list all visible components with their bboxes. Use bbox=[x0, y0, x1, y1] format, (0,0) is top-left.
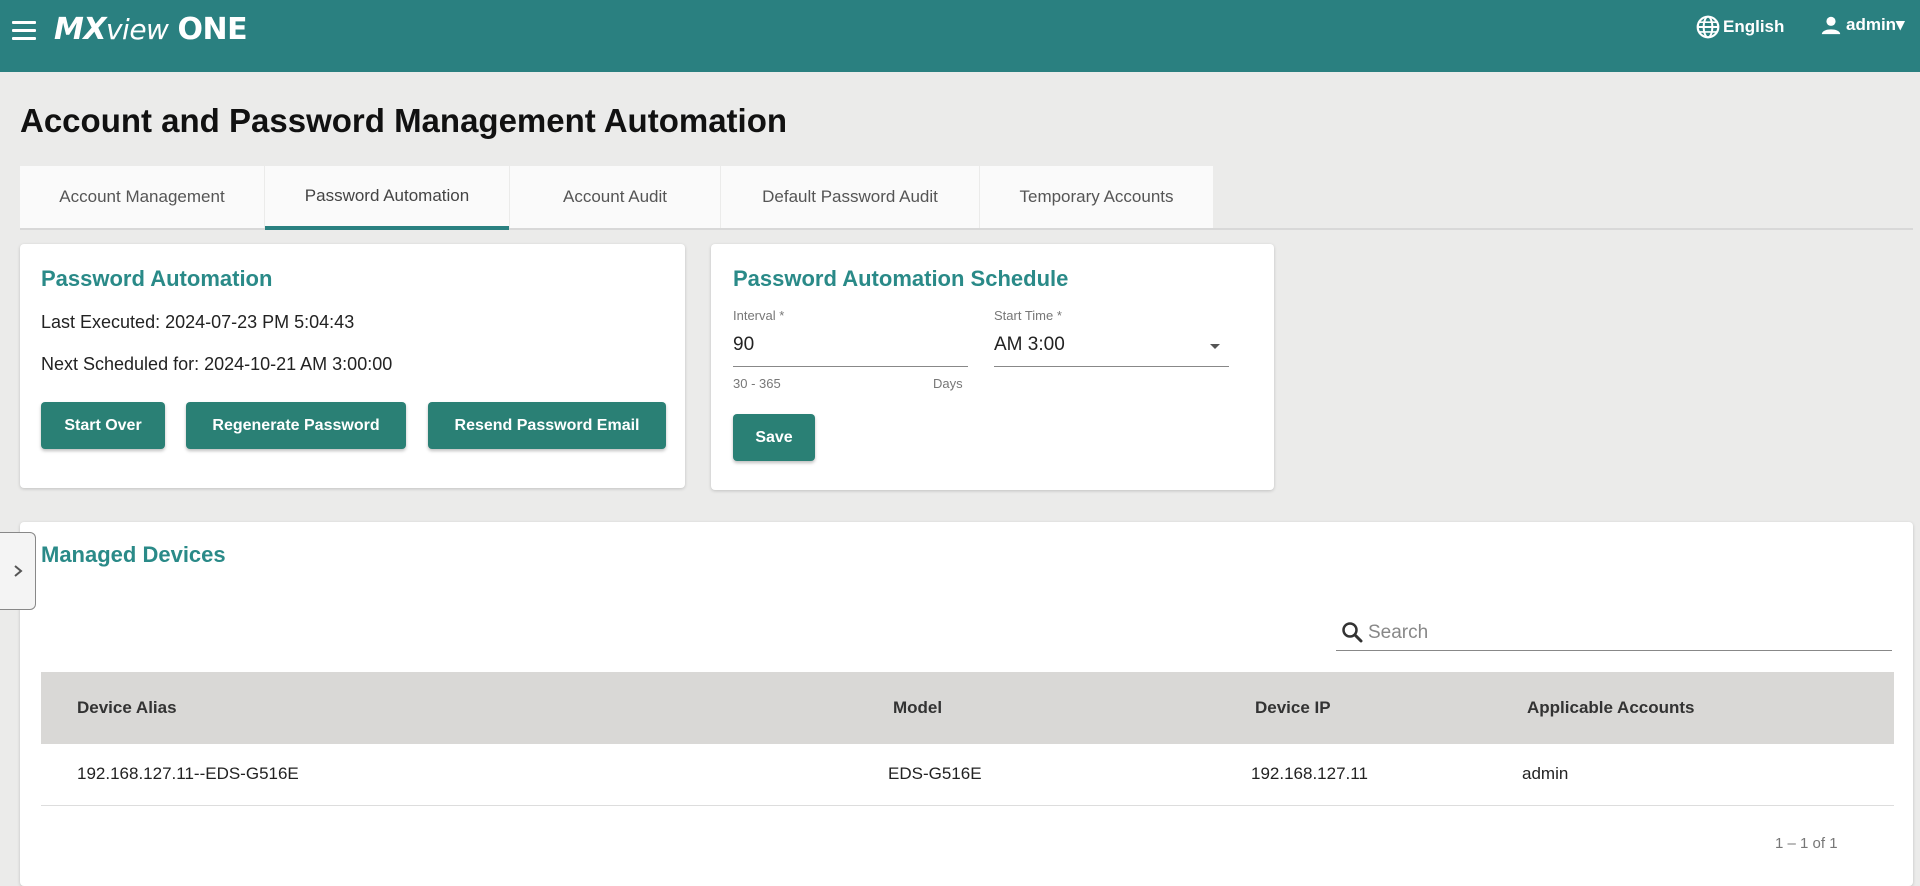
table-header: Device Alias Model Device IP Applicable … bbox=[41, 672, 1894, 744]
start-time-underline bbox=[994, 366, 1229, 367]
hamburger-menu-icon[interactable] bbox=[12, 21, 36, 41]
tab-label: Password Automation bbox=[304, 186, 470, 205]
regenerate-password-button[interactable]: Regenerate Password bbox=[186, 402, 406, 449]
resend-password-email-button[interactable]: Resend Password Email bbox=[428, 402, 666, 449]
card-title: Password Automation Schedule bbox=[733, 266, 1069, 291]
tab-account-management[interactable]: Account Management bbox=[20, 166, 264, 228]
column-header-applicable-accounts[interactable]: Applicable Accounts bbox=[1527, 698, 1695, 718]
column-header-device-alias[interactable]: Device Alias bbox=[77, 698, 177, 718]
brand-view: view bbox=[105, 13, 169, 46]
tab-label: Default Password Audit bbox=[762, 187, 938, 206]
user-icon bbox=[1821, 16, 1841, 35]
start-time-label: Start Time * bbox=[994, 308, 1062, 323]
tab-label: Temporary Accounts bbox=[1019, 187, 1174, 206]
brand-one: ONE bbox=[177, 12, 248, 47]
user-name: admin▾ bbox=[1846, 15, 1905, 34]
brand-mx: MX bbox=[54, 12, 106, 47]
tab-label: Account Audit bbox=[563, 187, 667, 206]
tab-account-audit[interactable]: Account Audit bbox=[510, 166, 720, 228]
sidebar-expand-toggle[interactable] bbox=[0, 532, 36, 610]
interval-underline bbox=[733, 366, 968, 367]
interval-input[interactable]: 90 bbox=[733, 334, 754, 356]
tab-bar: Account Management Password Automation A… bbox=[20, 166, 1913, 230]
tab-label: Account Management bbox=[59, 187, 225, 206]
user-menu[interactable]: admin▾ bbox=[1820, 14, 1905, 36]
globe-icon bbox=[1696, 15, 1720, 39]
start-time-select[interactable]: AM 3:00 bbox=[994, 334, 1065, 356]
column-header-model[interactable]: Model bbox=[893, 698, 942, 718]
card-title: Password Automation bbox=[41, 266, 273, 291]
top-bar: MXview ONE English admin▾ bbox=[0, 0, 1920, 72]
language-selector[interactable]: English bbox=[1695, 14, 1784, 40]
table-row[interactable]: 192.168.127.11--EDS-G516E EDS-G516E 192.… bbox=[41, 744, 1894, 806]
chevron-down-icon[interactable] bbox=[1210, 344, 1220, 349]
search-icon bbox=[1342, 622, 1363, 643]
interval-range-hint: 30 - 365 bbox=[733, 376, 781, 391]
search-underline bbox=[1336, 650, 1892, 651]
page-title: Account and Password Management Automati… bbox=[20, 102, 788, 139]
interval-unit: Days bbox=[933, 376, 963, 391]
language-label: English bbox=[1723, 17, 1785, 36]
column-header-device-ip[interactable]: Device IP bbox=[1255, 698, 1331, 718]
cell-device-alias: 192.168.127.11--EDS-G516E bbox=[77, 764, 299, 783]
cell-model: EDS-G516E bbox=[888, 764, 982, 783]
password-automation-schedule-card: Password Automation Schedule Interval * … bbox=[711, 244, 1274, 490]
pagination-range: 1 – 1 of 1 bbox=[1775, 835, 1838, 852]
cell-device-ip: 192.168.127.11 bbox=[1251, 764, 1368, 783]
interval-label: Interval * bbox=[733, 308, 785, 323]
chevron-right-icon bbox=[13, 565, 23, 577]
save-button[interactable]: Save bbox=[733, 414, 815, 461]
tab-default-password-audit[interactable]: Default Password Audit bbox=[721, 166, 979, 228]
cell-applicable-accounts: admin bbox=[1522, 764, 1569, 783]
tab-password-automation[interactable]: Password Automation bbox=[265, 166, 509, 230]
start-over-button[interactable]: Start Over bbox=[41, 402, 165, 449]
card-title: Managed Devices bbox=[41, 542, 226, 567]
search-input[interactable] bbox=[1368, 618, 1888, 648]
tab-temporary-accounts[interactable]: Temporary Accounts bbox=[980, 166, 1213, 228]
last-executed-text: Last Executed: 2024-07-23 PM 5:04:43 bbox=[41, 312, 355, 332]
next-scheduled-text: Next Scheduled for: 2024-10-21 AM 3:00:0… bbox=[41, 354, 393, 374]
password-automation-card: Password Automation Last Executed: 2024-… bbox=[20, 244, 685, 488]
brand-logo: MXview ONE bbox=[54, 12, 248, 47]
